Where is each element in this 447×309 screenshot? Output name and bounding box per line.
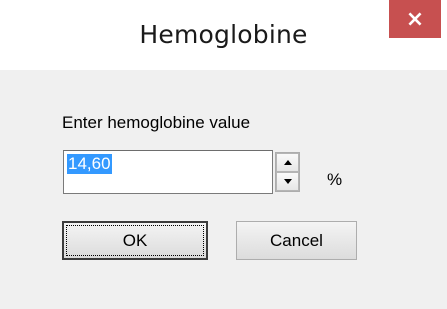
hemoglobin-value-input[interactable]: 14,60 <box>63 150 273 194</box>
ok-button[interactable]: OK <box>62 221 208 260</box>
dialog-window: Hemoglobine × Enter hemoglobine value 14… <box>0 0 447 309</box>
spin-down-button[interactable] <box>276 172 299 191</box>
spin-up-button[interactable] <box>276 153 299 172</box>
title-bar[interactable]: Hemoglobine × <box>0 0 447 70</box>
close-icon: × <box>405 6 425 32</box>
unit-label: % <box>327 170 343 189</box>
cancel-button[interactable]: Cancel <box>236 221 357 260</box>
value-text-selected: 14,60 <box>67 154 112 174</box>
arrow-down-icon <box>283 179 292 184</box>
focus-ring <box>66 225 204 256</box>
arrow-up-icon <box>283 160 292 165</box>
cancel-button-label: Cancel <box>270 230 323 250</box>
dialog-title: Hemoglobine <box>139 20 308 49</box>
value-prompt-label: Enter hemoglobine value <box>62 113 251 132</box>
value-spinner[interactable] <box>275 152 300 192</box>
close-button[interactable]: × <box>389 0 441 38</box>
